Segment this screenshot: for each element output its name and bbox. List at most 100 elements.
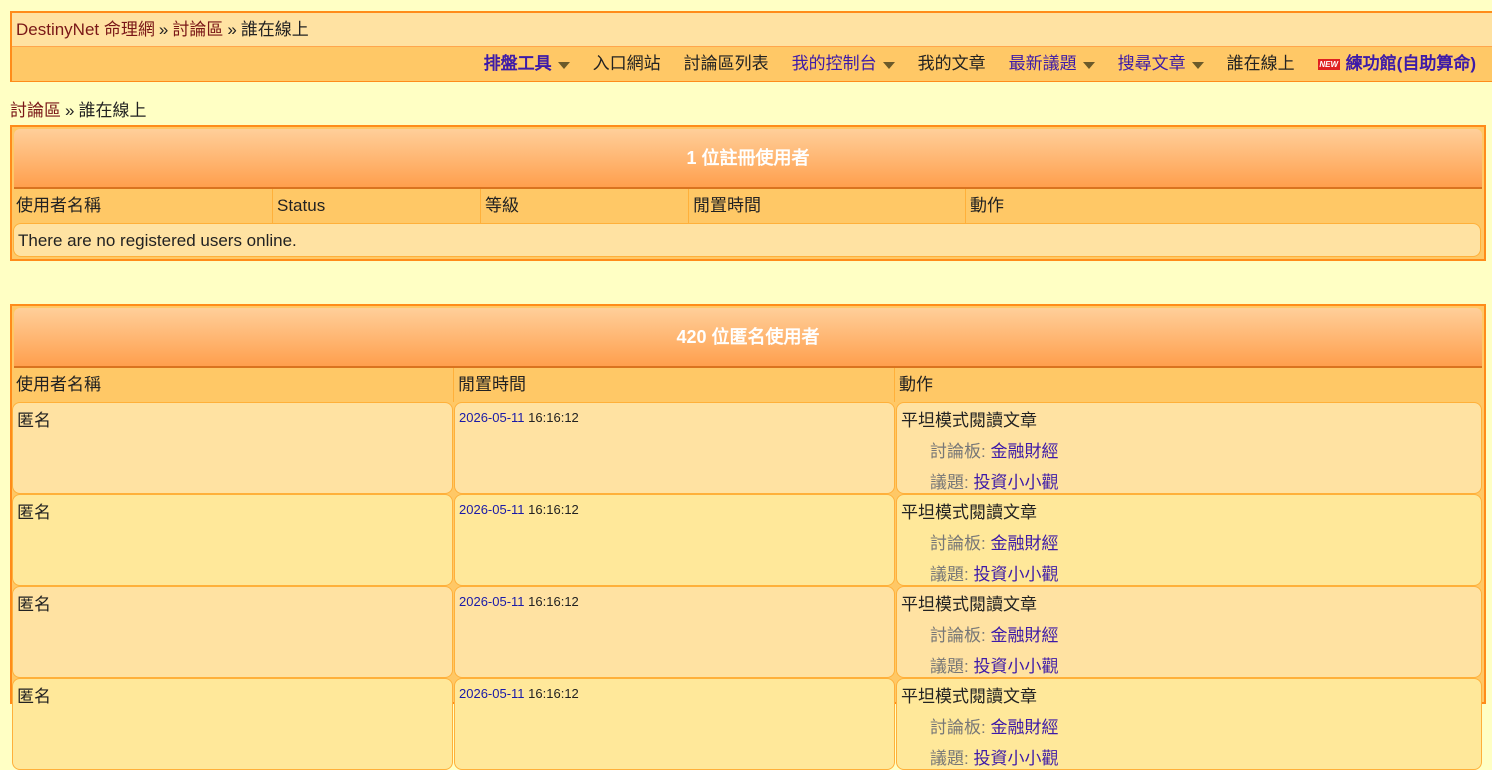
action-board: 討論板: 金融財經: [901, 437, 1477, 462]
topic-link[interactable]: 投資小小觀: [973, 749, 1058, 768]
menu-forum-list[interactable]: 討論區列表: [684, 47, 769, 81]
column-header-action: 動作: [965, 189, 1480, 223]
menu-latest-topics[interactable]: 最新議題: [1009, 47, 1095, 81]
column-header-idle-time: 閒置時間: [453, 368, 894, 402]
date-link[interactable]: 2026-05-11: [459, 686, 525, 701]
action-topic: 議題: 投資小小觀: [901, 560, 1477, 585]
action-board: 討論板: 金融財經: [901, 621, 1477, 646]
menu-label: 我的控制台: [791, 54, 877, 73]
dropdown-arrow-icon: [1191, 61, 1204, 69]
date-link[interactable]: 2026-05-11: [459, 410, 525, 425]
new-badge-icon: NEW: [1317, 58, 1340, 70]
main-menu: 排盤工具 入口網站 討論區列表 我的控制台 我的文章 最新議題 搜尋文章 誰在線…: [12, 47, 1492, 81]
column-header-username: 使用者名稱: [16, 196, 101, 215]
action-cell: 平坦模式閱讀文章 討論板: 金融財經 議題: 投資小小觀: [896, 402, 1482, 494]
dropdown-arrow-icon: [882, 61, 895, 69]
date-link[interactable]: 2026-05-11: [459, 502, 525, 517]
topic-label: 議題:: [930, 565, 969, 584]
menu-portal[interactable]: 入口網站: [593, 47, 661, 81]
dropdown-arrow-icon: [557, 61, 570, 69]
anonymous-users-panel: 420 位匿名使用者 使用者名稱 閒置時間 動作 匿名 2026-05-11 1…: [10, 304, 1486, 770]
action-cell: 平坦模式閱讀文章 討論板: 金融財經 議題: 投資小小觀: [896, 586, 1482, 678]
action-board: 討論板: 金融財經: [901, 713, 1477, 738]
menu-label: 排盤工具: [483, 54, 552, 73]
idle-time-cell: 2026-05-11 16:16:12: [454, 402, 895, 494]
empty-message: There are no registered users online.: [13, 223, 1481, 257]
action-title: 平坦模式閱讀文章: [901, 503, 1037, 522]
column-header-status: Status: [272, 189, 480, 223]
topic-label: 議題:: [930, 749, 969, 768]
column-header-idle-time: 閒置時間: [688, 189, 965, 223]
column-header-action: 動作: [894, 368, 1480, 402]
topic-link[interactable]: 投資小小觀: [973, 657, 1058, 676]
action-title: 平坦模式閱讀文章: [901, 595, 1037, 614]
breadcrumb-separator: »: [65, 101, 75, 120]
board-link[interactable]: 金融財經: [990, 718, 1058, 737]
page-breadcrumb-forum-link[interactable]: 討論區: [10, 101, 61, 120]
action-board: 討論板: 金融財經: [901, 529, 1477, 554]
idle-time-cell: 2026-05-11 16:16:12: [454, 678, 895, 770]
top-navigation-bar: DestinyNet 命理網» 討論區» 誰在線上 排盤工具 入口網站 討論區列表 …: [10, 11, 1492, 82]
table-row: 匿名 2026-05-11 16:16:12 平坦模式閱讀文章 討論板: 金融財…: [12, 402, 1484, 494]
topic-label: 議題:: [930, 657, 969, 676]
board-label: 討論板:: [930, 442, 986, 461]
column-header-rank: 等級: [480, 189, 688, 223]
board-link[interactable]: 金融財經: [990, 442, 1058, 461]
menu-label: 入口網站: [592, 54, 661, 73]
breadcrumb-home-link[interactable]: DestinyNet 命理網: [16, 20, 155, 39]
board-label: 討論板:: [930, 718, 986, 737]
page-breadcrumb: 討論區» 誰在線上: [10, 100, 146, 122]
table-row: There are no registered users online.: [12, 223, 1484, 257]
idle-time-cell: 2026-05-11 16:16:12: [454, 494, 895, 586]
board-label: 討論板:: [930, 626, 986, 645]
action-topic: 議題: 投資小小觀: [901, 652, 1477, 677]
date-link[interactable]: 2026-05-11: [459, 594, 525, 609]
table-row: 匿名 2026-05-11 16:16:12 平坦模式閱讀文章 討論板: 金融財…: [12, 494, 1484, 586]
registered-users-title: 1 位註冊使用者: [14, 129, 1482, 189]
anonymous-table-header: 使用者名稱 閒置時間 動作: [12, 368, 1484, 402]
menu-label: 誰在線上: [1226, 54, 1295, 73]
registered-users-panel: 1 位註冊使用者 使用者名稱 Status 等級 閒置時間 動作 There a…: [10, 125, 1486, 261]
anonymous-users-title: 420 位匿名使用者: [14, 308, 1482, 368]
menu-chart-tools[interactable]: 排盤工具: [484, 47, 570, 81]
menu-label: 最新議題: [1008, 54, 1077, 73]
site-breadcrumb: DestinyNet 命理網» 討論區» 誰在線上: [12, 13, 1492, 47]
column-header-username: 使用者名稱: [16, 375, 101, 394]
menu-label: 討論區列表: [683, 54, 769, 73]
username-cell: 匿名: [12, 402, 453, 494]
username-cell: 匿名: [12, 678, 453, 770]
action-title: 平坦模式閱讀文章: [901, 411, 1037, 430]
registered-table-header: 使用者名稱 Status 等級 閒置時間 動作: [12, 189, 1484, 223]
username-cell: 匿名: [12, 586, 453, 678]
breadcrumb-current: 誰在線上: [240, 20, 309, 39]
breadcrumb-separator: »: [227, 20, 237, 39]
board-link[interactable]: 金融財經: [990, 626, 1058, 645]
topic-link[interactable]: 投資小小觀: [973, 565, 1058, 584]
action-topic: 議題: 投資小小觀: [901, 744, 1477, 769]
menu-control-panel[interactable]: 我的控制台: [792, 47, 895, 81]
action-topic: 議題: 投資小小觀: [901, 468, 1477, 493]
board-label: 討論板:: [930, 534, 986, 553]
action-title: 平坦模式閱讀文章: [901, 687, 1037, 706]
dropdown-arrow-icon: [1082, 61, 1095, 69]
menu-label: 搜尋文章: [1117, 54, 1186, 73]
time-text: 16:16:12: [528, 410, 579, 425]
menu-label: 我的文章: [917, 54, 986, 73]
time-text: 16:16:12: [528, 686, 579, 701]
time-text: 16:16:12: [528, 502, 579, 517]
board-link[interactable]: 金融財經: [990, 534, 1058, 553]
idle-time-cell: 2026-05-11 16:16:12: [454, 586, 895, 678]
topic-label: 議題:: [930, 473, 969, 492]
action-cell: 平坦模式閱讀文章 討論板: 金融財經 議題: 投資小小觀: [896, 494, 1482, 586]
page-breadcrumb-current: 誰在線上: [78, 101, 147, 120]
menu-my-posts[interactable]: 我的文章: [918, 47, 986, 81]
breadcrumb-separator: »: [158, 20, 169, 39]
topic-link[interactable]: 投資小小觀: [973, 473, 1058, 492]
breadcrumb-forum-link[interactable]: 討論區: [172, 20, 223, 39]
action-cell: 平坦模式閱讀文章 討論板: 金融財經 議題: 投資小小觀: [896, 678, 1482, 770]
menu-practice-hall[interactable]: NEW 練功館(自助算命): [1317, 47, 1476, 81]
menu-label: 練功館(自助算命): [1345, 54, 1476, 73]
menu-who-online[interactable]: 誰在線上: [1227, 47, 1295, 81]
menu-search-posts[interactable]: 搜尋文章: [1118, 47, 1204, 81]
time-text: 16:16:12: [528, 594, 579, 609]
